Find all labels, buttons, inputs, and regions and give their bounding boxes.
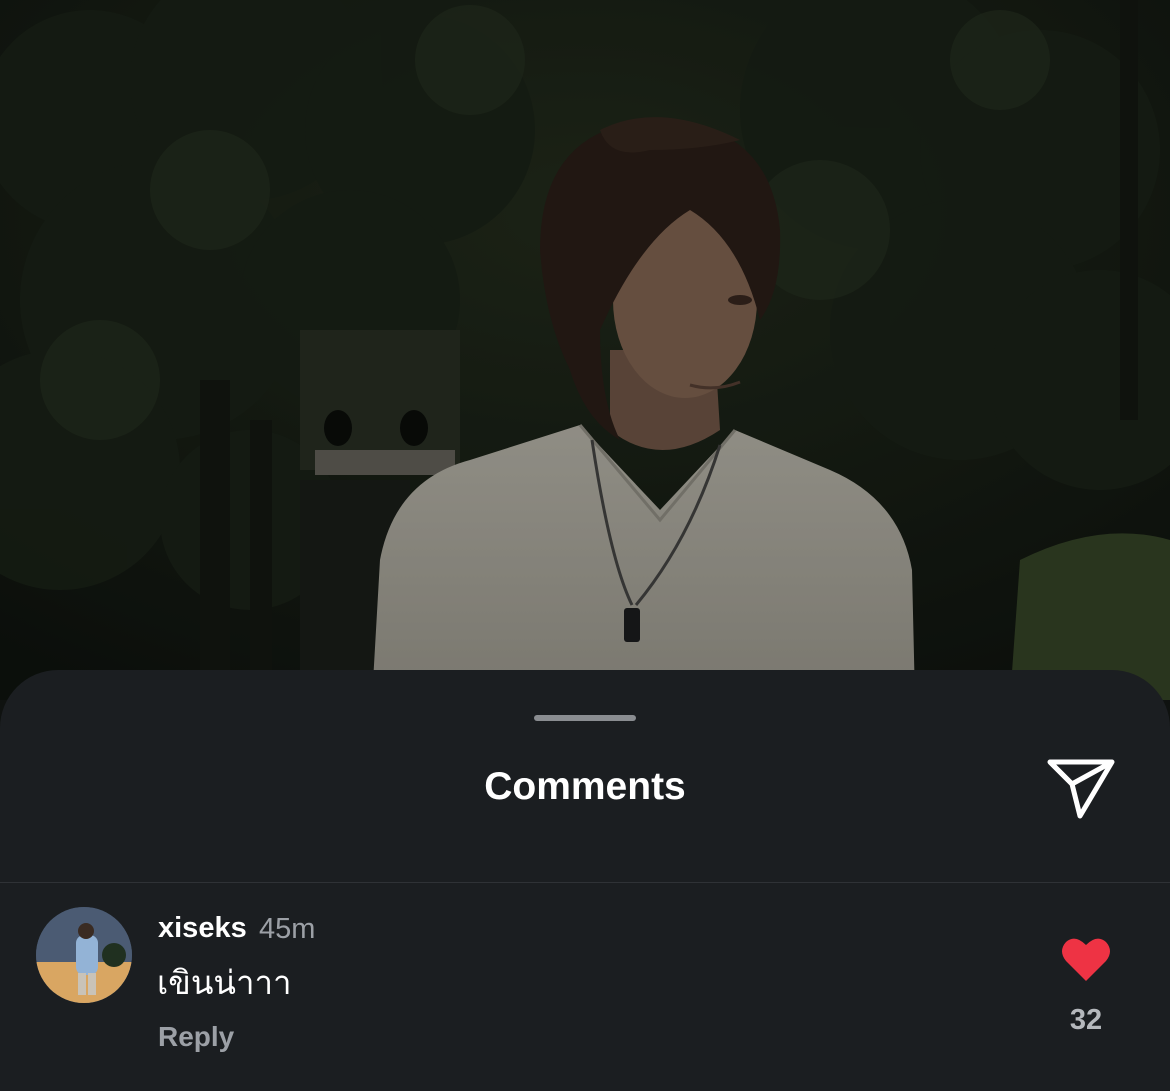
avatar[interactable] [36,907,132,1003]
drag-handle[interactable] [534,715,636,721]
comment-item: xiseks 45m เขินน่าาา Reply 32 [0,883,1170,1091]
paper-plane-icon[interactable] [1044,754,1118,822]
comment-time: 45m [259,913,316,945]
comment-text: เขินน่าาา [157,964,292,1001]
comments-sheet: Comments xiseks 45m เขินน่าาา Reply 32 [0,670,1170,1091]
sheet-title: Comments [484,765,686,808]
post-photo [0,0,1170,700]
comment-username[interactable]: xiseks [158,911,247,945]
heart-filled-icon[interactable] [1060,935,1112,983]
reply-button[interactable]: Reply [158,1020,234,1054]
like-count: 32 [1069,1004,1103,1036]
